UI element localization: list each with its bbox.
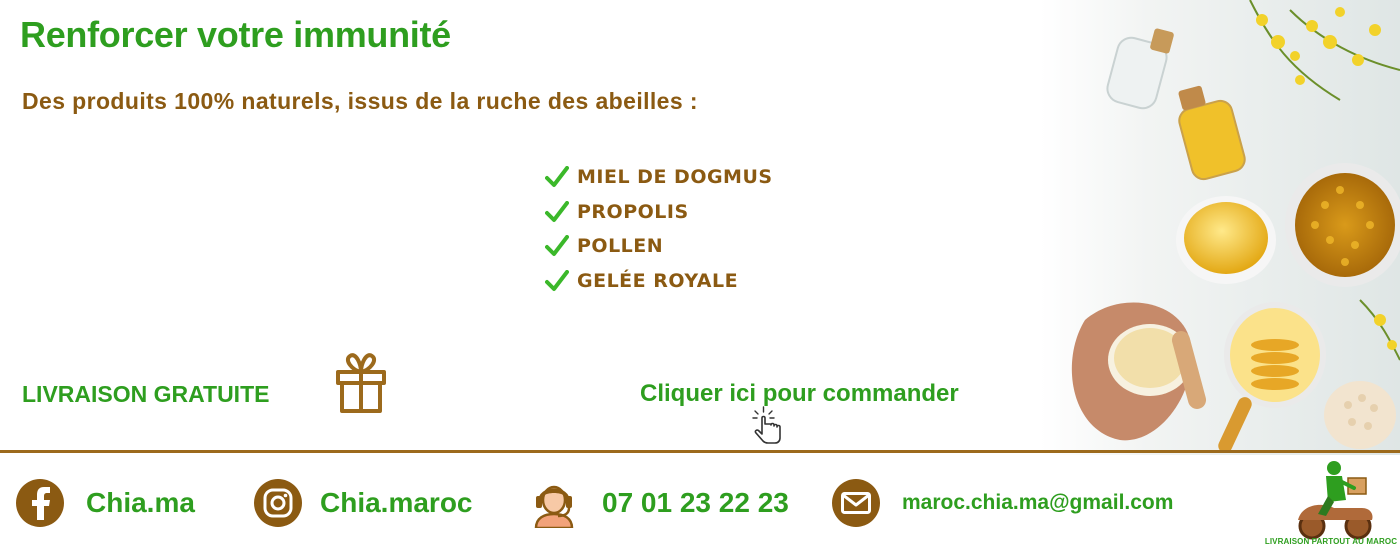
checkmark-icon bbox=[545, 269, 569, 291]
delivery-caption: LIVRAISON PARTOUT AU MAROC bbox=[1264, 537, 1398, 546]
product-label: MIEL DE DOGMUS bbox=[577, 166, 773, 189]
order-button[interactable]: Cliquer ici pour commander bbox=[640, 380, 959, 408]
phone-contact[interactable]: 07 01 23 22 23 bbox=[530, 478, 789, 528]
facebook-label: Chia.ma bbox=[86, 487, 195, 518]
envelope-icon bbox=[832, 479, 880, 527]
page-title: Renforcer votre immunité bbox=[20, 14, 451, 55]
checkmark-icon bbox=[545, 166, 569, 188]
checkmark-icon bbox=[545, 200, 569, 222]
delivery-scooter-icon bbox=[1298, 461, 1373, 540]
gift-icon bbox=[336, 353, 386, 413]
list-item: POLLEN bbox=[545, 229, 773, 264]
list-item: MIEL DE DOGMUS bbox=[545, 160, 773, 195]
list-item: PROPOLIS bbox=[545, 195, 773, 230]
instagram-label: Chia.maroc bbox=[320, 487, 473, 518]
list-item: GELÉE ROYALE bbox=[545, 264, 773, 299]
product-label: POLLEN bbox=[577, 235, 664, 258]
pointer-hand-icon bbox=[752, 406, 781, 444]
product-label: GELÉE ROYALE bbox=[577, 269, 739, 292]
product-list: MIEL DE DOGMUS PROPOLIS POLLEN GELÉE ROY… bbox=[545, 160, 773, 298]
phone-number: 07 01 23 22 23 bbox=[602, 487, 789, 518]
email-address: maroc.chia.ma@gmail.com bbox=[902, 491, 1174, 514]
instagram-contact[interactable]: Chia.maroc bbox=[254, 478, 473, 528]
instagram-icon bbox=[254, 479, 302, 527]
free-delivery-label: LIVRAISON GRATUITE bbox=[22, 381, 270, 407]
checkmark-icon bbox=[545, 235, 569, 257]
product-label: PROPOLIS bbox=[577, 200, 689, 223]
facebook-contact[interactable]: Chia.ma bbox=[16, 478, 195, 528]
page-subtitle: Des produits 100% naturels, issus de la … bbox=[22, 88, 698, 114]
divider bbox=[0, 450, 1400, 453]
facebook-icon bbox=[16, 479, 64, 527]
email-contact[interactable]: maroc.chia.ma@gmail.com bbox=[832, 478, 1173, 528]
hive-products-image bbox=[1040, 0, 1400, 455]
headset-support-icon bbox=[534, 485, 574, 528]
